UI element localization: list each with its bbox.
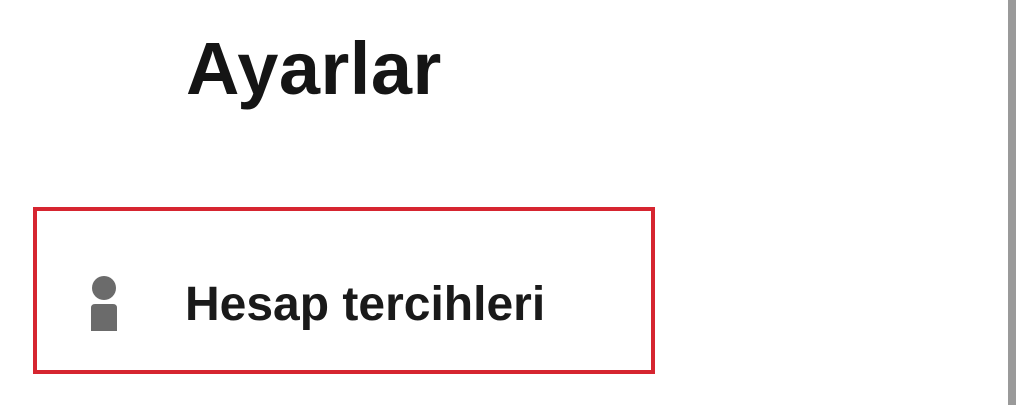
page-title: Ayarlar [186,27,442,110]
settings-item-label: Hesap tercihleri [185,278,546,331]
settings-screen: Ayarlar Hesap tercihleri [0,0,1008,405]
screen-edge [1008,0,1016,405]
person-icon [87,275,121,331]
settings-item-account-preferences[interactable]: Hesap tercihleri [33,207,655,374]
